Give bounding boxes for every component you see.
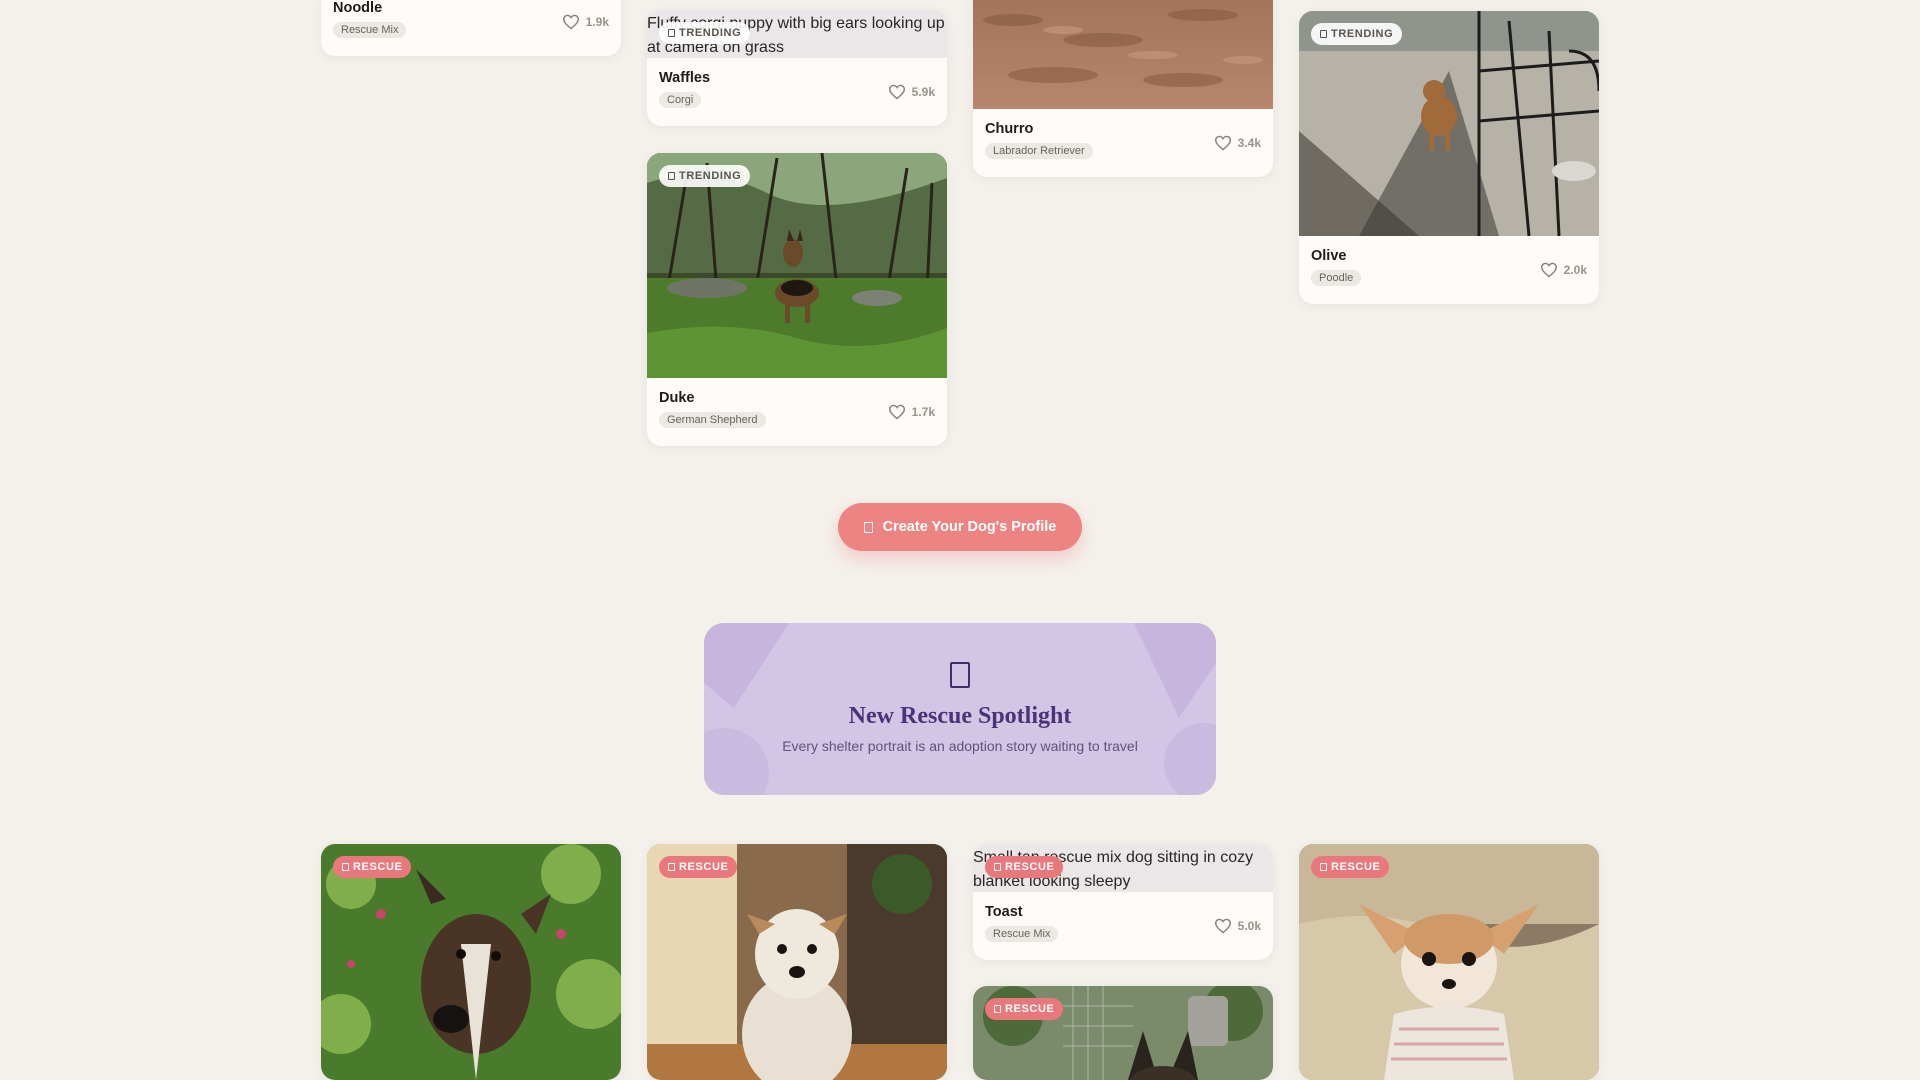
chihuahua-dog-image xyxy=(1299,844,1599,1080)
dog-photo xyxy=(973,0,1273,109)
card-info: Duke German Shepherd 1.7k xyxy=(647,378,947,446)
like-button[interactable]: 3.4k xyxy=(1214,135,1261,151)
dog-photo: TRENDING xyxy=(1299,11,1599,236)
dog-card-terrier[interactable]: RESCUE xyxy=(647,844,947,1080)
like-count: 1.7k xyxy=(911,405,935,419)
badge-label: TRENDING xyxy=(1331,28,1394,40)
card-info: Waffles Corgi 5.9k xyxy=(647,58,947,126)
dog-card-toast[interactable]: Small tan rescue mix dog sitting in cozy… xyxy=(973,844,1273,960)
rescue-badge: RESCUE xyxy=(1311,856,1390,878)
like-button[interactable]: 5.0k xyxy=(1214,918,1261,934)
rescue-badge: RESCUE xyxy=(333,856,412,878)
badge-icon xyxy=(1320,30,1327,38)
badge-icon xyxy=(668,863,675,871)
dog-card-shepherd-pup[interactable]: RESCUE xyxy=(973,986,1273,1080)
like-count: 5.0k xyxy=(1237,919,1261,933)
badge-label: RESCUE xyxy=(1331,861,1381,873)
like-count: 2.0k xyxy=(1563,263,1587,277)
like-count: 5.9k xyxy=(911,85,935,99)
dog-card-olive[interactable]: TRENDING Olive Poodle 2.0k xyxy=(1299,11,1599,304)
heart-icon xyxy=(1214,135,1231,151)
badge-label: RESCUE xyxy=(353,861,403,873)
heart-icon xyxy=(1540,262,1557,278)
breed-tag[interactable]: Labrador Retriever xyxy=(985,143,1093,159)
dog-card-brindle[interactable]: RESCUE xyxy=(321,844,621,1080)
dog-photo: RESCUE xyxy=(1299,844,1599,1080)
breed-tag[interactable]: Rescue Mix xyxy=(985,926,1059,942)
rescue-badge: RESCUE xyxy=(659,856,738,878)
badge-icon xyxy=(994,1005,1001,1013)
card-info: Olive Poodle 2.0k xyxy=(1299,236,1599,304)
dirt-ground-image xyxy=(973,0,1273,109)
trending-badge: TRENDING xyxy=(1311,23,1403,45)
badge-icon xyxy=(342,863,349,871)
heart-icon xyxy=(888,84,905,100)
card-info: Toast Rescue Mix 5.0k xyxy=(973,892,1273,960)
dog-card-chihuahua[interactable]: RESCUE xyxy=(1299,844,1599,1080)
dog-card-waffles[interactable]: Fluffy corgi puppy with big ears looking… xyxy=(647,10,947,126)
heart-icon xyxy=(1214,918,1231,934)
breed-tag[interactable]: German Shepherd xyxy=(659,412,766,428)
dog-photo-broken: Small tan rescue mix dog sitting in cozy… xyxy=(973,844,1273,892)
paw-icon xyxy=(863,521,873,533)
badge-label: RESCUE xyxy=(679,861,729,873)
rescue-spotlight-banner: New Rescue Spotlight Every shelter portr… xyxy=(704,623,1216,795)
badge-icon xyxy=(994,863,1001,871)
badge-icon xyxy=(668,172,675,180)
card-info: Churro Labrador Retriever 3.4k xyxy=(973,109,1273,177)
shelter-icon xyxy=(950,662,970,688)
heart-icon xyxy=(888,404,905,420)
badge-label: RESCUE xyxy=(1005,1003,1055,1015)
spotlight-subtitle: Every shelter portrait is an adoption st… xyxy=(782,738,1138,754)
rescue-badge: RESCUE xyxy=(985,856,1064,878)
badge-icon xyxy=(668,29,675,37)
card-info: Noodle Rescue Mix 1.9k xyxy=(321,0,621,56)
breed-tag[interactable]: Rescue Mix xyxy=(333,22,407,38)
dog-photo: RESCUE xyxy=(647,844,947,1080)
like-button[interactable]: 1.7k xyxy=(888,404,935,420)
like-count: 3.4k xyxy=(1237,136,1261,150)
breed-tag[interactable]: Poodle xyxy=(1311,270,1362,286)
rescue-badge: RESCUE xyxy=(985,998,1064,1020)
badge-icon xyxy=(1320,863,1327,871)
dog-photo-broken: Fluffy corgi puppy with big ears looking… xyxy=(647,10,947,58)
dog-card-duke[interactable]: TRENDING Duke German Shepherd 1.7k xyxy=(647,153,947,446)
dog-card-noodle[interactable]: Noodle Rescue Mix 1.9k xyxy=(321,0,621,56)
terrier-dog-image xyxy=(647,844,947,1080)
like-button[interactable]: 1.9k xyxy=(562,14,609,30)
create-profile-button[interactable]: Create Your Dog's Profile xyxy=(838,503,1082,551)
create-profile-label: Create Your Dog's Profile xyxy=(882,519,1057,535)
breed-tag[interactable]: Corgi xyxy=(659,92,702,108)
like-count: 1.9k xyxy=(585,15,609,29)
dog-photo: RESCUE xyxy=(321,844,621,1080)
heart-icon xyxy=(562,14,579,30)
like-button[interactable]: 2.0k xyxy=(1540,262,1587,278)
badge-label: RESCUE xyxy=(1005,861,1055,873)
badge-label: TRENDING xyxy=(679,170,742,182)
dog-card-churro[interactable]: Churro Labrador Retriever 3.4k xyxy=(973,0,1273,177)
like-button[interactable]: 5.9k xyxy=(888,84,935,100)
trending-badge: TRENDING xyxy=(659,165,751,187)
brindle-dog-image xyxy=(321,844,621,1080)
spotlight-title: New Rescue Spotlight xyxy=(848,703,1072,729)
dog-photo: RESCUE xyxy=(973,986,1273,1080)
dog-photo: TRENDING xyxy=(647,153,947,378)
badge-label: TRENDING xyxy=(679,27,742,39)
trending-badge: TRENDING xyxy=(659,22,751,44)
